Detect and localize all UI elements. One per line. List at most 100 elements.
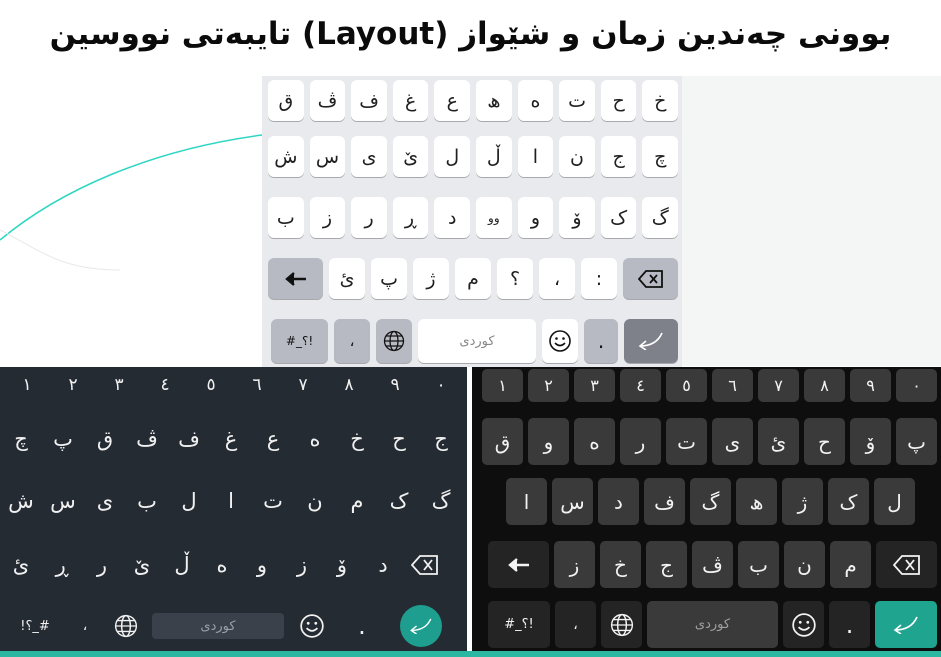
- key[interactable]: ز: [282, 543, 322, 587]
- space-key[interactable]: کوردی: [152, 613, 284, 639]
- key[interactable]: ه: [294, 417, 336, 461]
- key[interactable]: ڤ: [126, 417, 168, 461]
- key[interactable]: ١: [482, 369, 523, 402]
- comma-key[interactable]: ،: [555, 601, 596, 648]
- key[interactable]: ا: [506, 478, 547, 525]
- key[interactable]: ا: [517, 136, 554, 177]
- key[interactable]: د: [434, 197, 471, 238]
- key[interactable]: ھ: [476, 80, 512, 121]
- key[interactable]: م: [830, 541, 871, 588]
- space-key[interactable]: کوردی: [647, 601, 778, 648]
- key[interactable]: ر: [620, 418, 661, 465]
- key[interactable]: د: [598, 478, 639, 525]
- key[interactable]: ٤: [142, 369, 188, 401]
- key[interactable]: ٥: [666, 369, 707, 402]
- enter-key[interactable]: [875, 601, 937, 648]
- key[interactable]: گ: [420, 479, 462, 523]
- symbols-key[interactable]: !؟_#: [488, 601, 550, 648]
- key[interactable]: ز: [309, 197, 346, 238]
- emoji-key[interactable]: [284, 604, 340, 648]
- key[interactable]: پ: [896, 418, 937, 465]
- key[interactable]: ق: [84, 417, 126, 461]
- key[interactable]: ل: [874, 478, 915, 525]
- key[interactable]: گ: [690, 478, 731, 525]
- key[interactable]: ق: [482, 418, 523, 465]
- key[interactable]: ۆ: [322, 543, 362, 587]
- key[interactable]: گ: [642, 197, 678, 238]
- key[interactable]: ٦: [712, 369, 753, 402]
- key[interactable]: ن: [294, 479, 336, 523]
- key[interactable]: ز: [554, 541, 595, 588]
- key[interactable]: ف: [644, 478, 685, 525]
- key[interactable]: ت: [252, 479, 294, 523]
- key[interactable]: ر: [351, 197, 387, 238]
- key[interactable]: ل: [434, 136, 471, 177]
- key[interactable]: س: [552, 478, 593, 525]
- enter-key[interactable]: [400, 605, 442, 647]
- space-key[interactable]: کوردی: [418, 319, 536, 363]
- period-key[interactable]: .: [584, 319, 618, 363]
- symbols-key[interactable]: !؟_#: [271, 319, 328, 363]
- key[interactable]: ب: [126, 479, 168, 523]
- key[interactable]: ٨: [326, 369, 372, 401]
- arrow-left-key[interactable]: [268, 258, 323, 299]
- key[interactable]: ٣: [96, 369, 142, 401]
- key[interactable]: ٥: [188, 369, 234, 401]
- key[interactable]: ٨: [804, 369, 845, 402]
- key[interactable]: ا: [210, 479, 252, 523]
- key[interactable]: ک: [828, 478, 869, 525]
- key[interactable]: ش: [268, 136, 304, 177]
- key[interactable]: ب: [268, 197, 304, 238]
- language-key[interactable]: [376, 319, 412, 363]
- key[interactable]: ٩: [850, 369, 891, 402]
- enter-key[interactable]: [624, 319, 678, 363]
- key[interactable]: ج: [420, 417, 462, 461]
- key[interactable]: خ: [600, 541, 641, 588]
- key[interactable]: ڤ: [692, 541, 733, 588]
- key[interactable]: س: [42, 479, 84, 523]
- key[interactable]: ٠: [896, 369, 937, 402]
- key[interactable]: ر: [82, 543, 122, 587]
- key[interactable]: ؟: [497, 258, 533, 299]
- comma-key[interactable]: ،: [334, 319, 370, 363]
- key[interactable]: ٠: [418, 369, 464, 401]
- key[interactable]: ٦: [234, 369, 280, 401]
- key[interactable]: ج: [646, 541, 687, 588]
- key[interactable]: ٢: [528, 369, 569, 402]
- key[interactable]: م: [455, 258, 491, 299]
- key[interactable]: ٧: [280, 369, 326, 401]
- key[interactable]: ٤: [620, 369, 661, 402]
- key[interactable]: ٢: [50, 369, 96, 401]
- key[interactable]: ئ: [758, 418, 799, 465]
- key[interactable]: ٩: [372, 369, 418, 401]
- key[interactable]: ع: [434, 80, 471, 121]
- key[interactable]: ٣: [574, 369, 615, 402]
- key[interactable]: ھ: [736, 478, 777, 525]
- key[interactable]: ف: [351, 80, 387, 121]
- emoji-key[interactable]: [783, 601, 824, 648]
- key[interactable]: ح: [600, 80, 637, 121]
- key[interactable]: ت: [666, 418, 707, 465]
- key[interactable]: ب: [738, 541, 779, 588]
- key[interactable]: ئ: [329, 258, 365, 299]
- key[interactable]: ێ: [122, 543, 162, 587]
- key[interactable]: ڕ: [42, 543, 82, 587]
- key[interactable]: غ: [392, 80, 429, 121]
- key[interactable]: :: [581, 258, 617, 299]
- key[interactable]: ن: [559, 136, 595, 177]
- key[interactable]: ح: [378, 417, 420, 461]
- key[interactable]: ک: [600, 197, 637, 238]
- key[interactable]: پ: [42, 417, 84, 461]
- key[interactable]: خ: [336, 417, 378, 461]
- key[interactable]: چ: [0, 417, 42, 461]
- emoji-key[interactable]: [542, 319, 578, 363]
- backspace-key[interactable]: [876, 541, 937, 588]
- key[interactable]: ١: [4, 369, 50, 401]
- key[interactable]: س: [309, 136, 346, 177]
- backspace-key[interactable]: [404, 543, 446, 587]
- key[interactable]: ی: [712, 418, 753, 465]
- key[interactable]: ،: [539, 258, 575, 299]
- key[interactable]: ش: [0, 479, 42, 523]
- key[interactable]: ه: [202, 543, 242, 587]
- key[interactable]: چ: [642, 136, 678, 177]
